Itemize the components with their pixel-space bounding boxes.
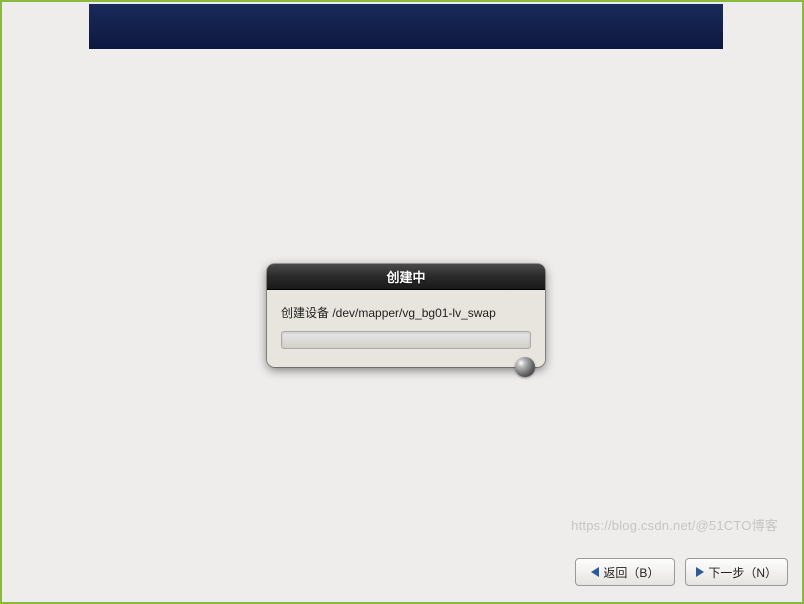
spinner-icon	[515, 357, 535, 377]
navigation-buttons: 返回（B） 下一步（N）	[575, 558, 788, 586]
back-button[interactable]: 返回（B）	[575, 558, 675, 586]
dialog-body: 创建设备 /dev/mapper/vg_bg01-lv_swap	[267, 290, 545, 367]
arrow-left-icon	[591, 567, 599, 577]
next-button-label: 下一步（N）	[708, 564, 777, 581]
top-banner	[89, 4, 723, 49]
dialog-titlebar: 创建中	[267, 264, 545, 290]
arrow-right-icon	[696, 567, 704, 577]
back-button-label: 返回（B）	[603, 564, 659, 581]
dialog-message: 创建设备 /dev/mapper/vg_bg01-lv_swap	[281, 304, 531, 321]
progress-dialog: 创建中 创建设备 /dev/mapper/vg_bg01-lv_swap	[267, 264, 545, 367]
installer-window: 创建中 创建设备 /dev/mapper/vg_bg01-lv_swap htt…	[0, 0, 804, 604]
dialog-title: 创建中	[386, 267, 425, 286]
progress-bar	[281, 331, 531, 349]
next-button[interactable]: 下一步（N）	[685, 558, 788, 586]
watermark-text: https://blog.csdn.net/@51CTO博客	[571, 515, 778, 534]
